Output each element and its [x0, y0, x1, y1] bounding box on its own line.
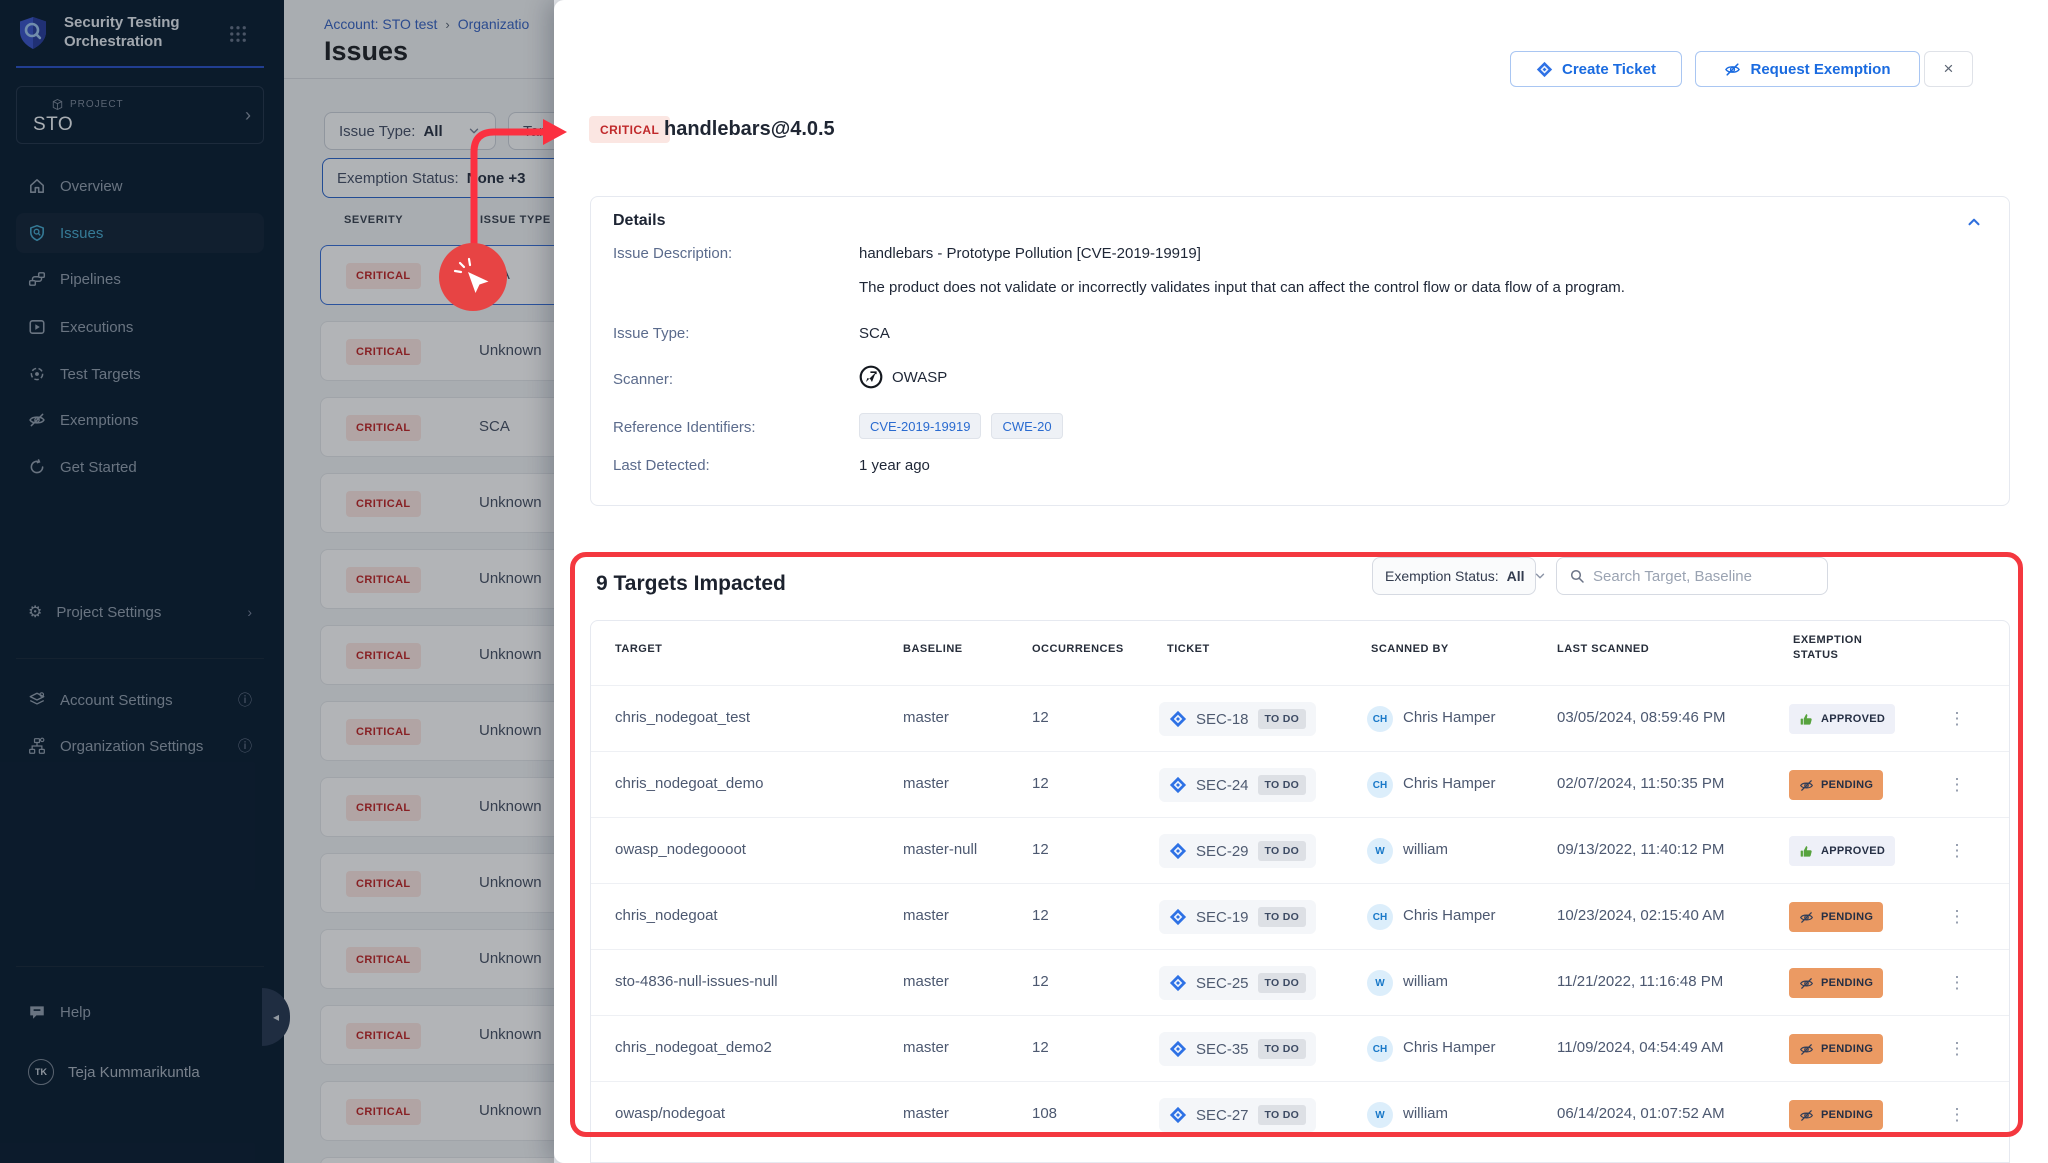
button-label: Request Exemption: [1750, 61, 1890, 78]
reference-identifiers-label: Reference Identifiers:: [613, 419, 756, 436]
eye-off-icon: [1724, 61, 1741, 78]
create-ticket-button[interactable]: Create Ticket: [1510, 51, 1682, 87]
last-detected-value: 1 year ago: [859, 457, 930, 474]
issue-description-line2: The product does not validate or incorre…: [859, 279, 1959, 296]
reference-chip-cwe[interactable]: CWE-20: [991, 413, 1062, 439]
annotation-highlight-box: [570, 552, 2023, 1137]
request-exemption-button[interactable]: Request Exemption: [1695, 51, 1920, 87]
jira-diamond-icon: [1536, 61, 1553, 78]
issue-description-line1: handlebars - Prototype Pollution [CVE-20…: [859, 245, 1201, 262]
issue-type-label: Issue Type:: [613, 325, 689, 342]
details-heading: Details: [613, 212, 665, 230]
reference-chips: CVE-2019-19919 CWE-20: [859, 413, 1073, 439]
close-button[interactable]: ×: [1924, 51, 1973, 87]
details-card: Details Issue Description: handlebars - …: [590, 196, 2010, 506]
issue-title: handlebars@4.0.5: [664, 118, 835, 141]
severity-badge: CRITICAL: [589, 116, 670, 143]
collapse-chevron-up-icon[interactable]: [1965, 213, 1983, 231]
reference-chip-cve[interactable]: CVE-2019-19919: [859, 413, 981, 439]
modal-backdrop: [0, 0, 554, 1163]
scanner-value: OWASP: [892, 369, 947, 386]
button-label: Create Ticket: [1562, 61, 1656, 78]
owasp-zap-icon: [859, 365, 883, 389]
issue-description-label: Issue Description:: [613, 245, 732, 262]
scanner-label: Scanner:: [613, 371, 673, 388]
close-icon: ×: [1944, 59, 1954, 79]
issue-type-value: SCA: [859, 325, 890, 342]
scanner-value-row: OWASP: [859, 365, 947, 389]
last-detected-label: Last Detected:: [613, 457, 710, 474]
